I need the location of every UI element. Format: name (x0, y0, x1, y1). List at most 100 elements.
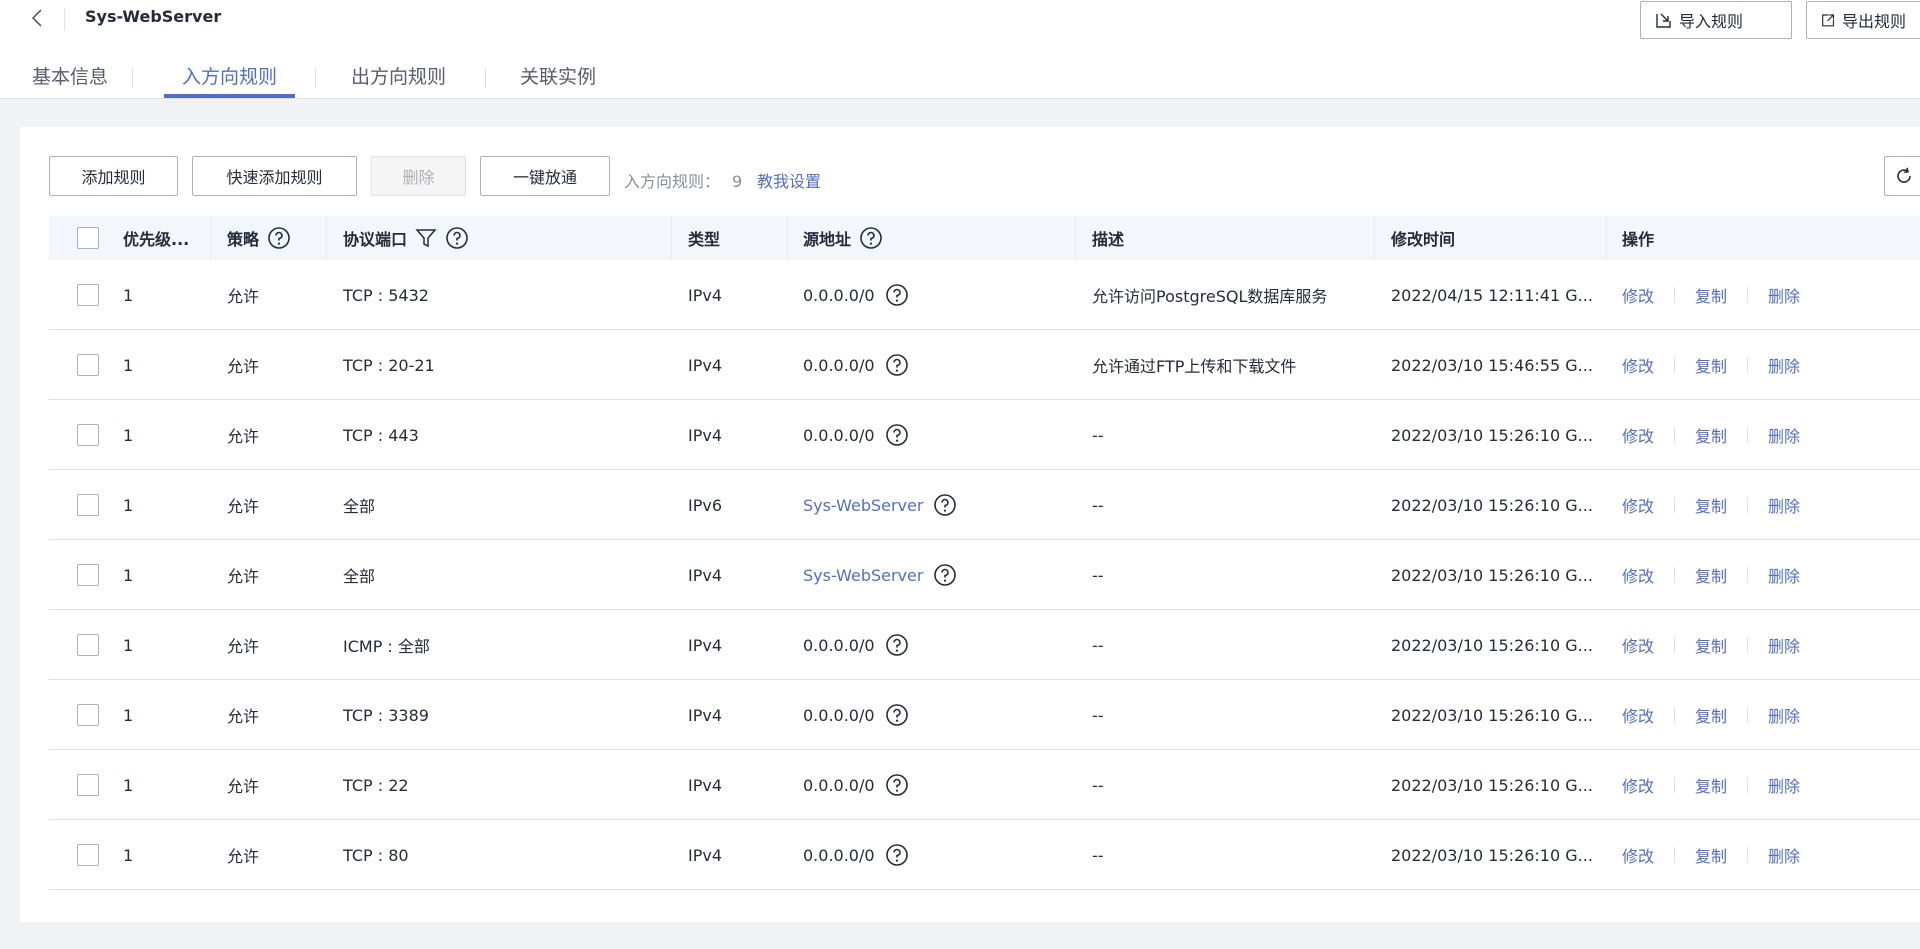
cell-protocol-port: TCP : 443 (343, 425, 419, 445)
copy-link[interactable]: 复制 (1695, 283, 1727, 307)
row-checkbox[interactable] (77, 634, 99, 656)
tab-associated-instances[interactable]: 关联实例 (502, 56, 614, 98)
tab-basic-info[interactable]: 基本信息 (14, 56, 126, 98)
op-divider (1747, 357, 1749, 373)
edit-link[interactable]: 修改 (1622, 563, 1654, 587)
row-checkbox[interactable] (77, 424, 99, 446)
help-icon[interactable] (885, 423, 909, 447)
cell-operations: 修改 复制 删除 (1622, 610, 1800, 680)
col-policy-label: 策略 (227, 230, 260, 249)
col-protocol-port: 协议端口 (343, 216, 469, 260)
delete-link[interactable]: 删除 (1768, 773, 1800, 797)
cell-policy: 允许 (227, 637, 260, 656)
back-button[interactable] (26, 6, 48, 30)
one-click-allow-button[interactable]: 一键放通 (480, 156, 610, 196)
col-divider (326, 216, 327, 260)
cell-operations: 修改 复制 删除 (1622, 400, 1800, 470)
source-value: 0.0.0.0/0 (803, 285, 875, 305)
edit-link[interactable]: 修改 (1622, 633, 1654, 657)
help-icon[interactable] (885, 353, 909, 377)
row-checkbox[interactable] (77, 774, 99, 796)
cell-modified-time: 2022/03/10 15:26:10 G... (1391, 425, 1593, 445)
col-description: 描述 (1092, 230, 1125, 249)
cell-modified-time: 2022/04/15 12:11:41 G... (1391, 285, 1593, 305)
help-icon[interactable] (859, 226, 883, 250)
cell-protocol-port: ICMP : 全部 (343, 637, 430, 656)
source-link[interactable]: Sys-WebServer (803, 566, 923, 585)
export-rules-button[interactable]: 导出规则 (1806, 1, 1920, 39)
edit-link[interactable]: 修改 (1622, 843, 1654, 867)
copy-link[interactable]: 复制 (1695, 493, 1727, 517)
delete-button[interactable]: 删除 (371, 156, 466, 196)
copy-link[interactable]: 复制 (1695, 423, 1727, 447)
tab-outbound-rules[interactable]: 出方向规则 (333, 56, 464, 98)
delete-link[interactable]: 删除 (1768, 423, 1800, 447)
copy-link[interactable]: 复制 (1695, 703, 1727, 727)
edit-link[interactable]: 修改 (1622, 423, 1654, 447)
col-modified-time: 修改时间 (1391, 230, 1456, 249)
cell-protocol-port: TCP : 80 (343, 845, 409, 865)
cell-source: 0.0.0.0/0 (803, 260, 909, 330)
cell-operations: 修改 复制 删除 (1622, 540, 1800, 610)
edit-link[interactable]: 修改 (1622, 493, 1654, 517)
table-row: 1 允许 TCP : 3389 IPv4 0.0.0.0/0 -- 2022/03/10 1… (49, 680, 1920, 750)
cell-type: IPv4 (688, 845, 723, 865)
cell-description: -- (1092, 565, 1104, 585)
help-icon[interactable] (933, 563, 957, 587)
tab-inbound-rules[interactable]: 入方向规则 (164, 56, 296, 98)
col-priority[interactable]: 优先级... (123, 216, 189, 260)
help-icon[interactable] (885, 843, 909, 867)
delete-link[interactable]: 删除 (1768, 283, 1800, 307)
source-value: 0.0.0.0/0 (803, 845, 875, 865)
cell-priority: 1 (123, 355, 134, 375)
quick-add-rule-button[interactable]: 快速添加规则 (192, 156, 357, 196)
delete-link[interactable]: 删除 (1768, 843, 1800, 867)
edit-link[interactable]: 修改 (1622, 353, 1654, 377)
rule-count-label: 入方向规则： (624, 172, 721, 191)
delete-link[interactable]: 删除 (1768, 703, 1800, 727)
edit-link[interactable]: 修改 (1622, 283, 1654, 307)
cell-policy: 允许 (227, 847, 260, 866)
copy-link[interactable]: 复制 (1695, 843, 1727, 867)
help-icon[interactable] (885, 773, 909, 797)
row-checkbox[interactable] (77, 284, 99, 306)
help-icon[interactable] (933, 493, 957, 517)
op-divider (1674, 567, 1676, 583)
import-rules-button[interactable]: 导入规则 (1640, 1, 1792, 39)
col-source: 源地址 (803, 216, 883, 260)
source-link[interactable]: Sys-WebServer (803, 496, 923, 515)
delete-link[interactable]: 删除 (1768, 633, 1800, 657)
col-divider (1075, 216, 1076, 260)
copy-link[interactable]: 复制 (1695, 563, 1727, 587)
copy-link[interactable]: 复制 (1695, 353, 1727, 377)
help-icon[interactable] (885, 283, 909, 307)
refresh-button[interactable] (1884, 156, 1920, 196)
help-icon[interactable] (885, 633, 909, 657)
filter-icon[interactable] (415, 227, 437, 249)
teach-me-link[interactable]: 教我设置 (757, 168, 821, 192)
help-icon[interactable] (885, 703, 909, 727)
row-checkbox[interactable] (77, 564, 99, 586)
select-all-checkbox[interactable] (77, 227, 99, 249)
row-checkbox[interactable] (77, 844, 99, 866)
copy-link[interactable]: 复制 (1695, 633, 1727, 657)
edit-link[interactable]: 修改 (1622, 773, 1654, 797)
cell-source: 0.0.0.0/0 (803, 750, 909, 820)
help-icon[interactable] (267, 226, 291, 250)
delete-link[interactable]: 删除 (1768, 563, 1800, 587)
copy-link[interactable]: 复制 (1695, 773, 1727, 797)
col-divider (1374, 216, 1375, 260)
tab-divider (485, 68, 486, 88)
cell-type: IPv4 (688, 425, 723, 445)
cell-protocol-port: TCP : 22 (343, 775, 409, 795)
cell-description: 允许通过FTP上传和下载文件 (1092, 357, 1297, 376)
add-rule-button[interactable]: 添加规则 (49, 156, 178, 196)
row-checkbox[interactable] (77, 354, 99, 376)
edit-link[interactable]: 修改 (1622, 703, 1654, 727)
row-checkbox[interactable] (77, 704, 99, 726)
row-checkbox[interactable] (77, 494, 99, 516)
help-icon[interactable] (445, 226, 469, 250)
col-operation: 操作 (1622, 230, 1655, 249)
delete-link[interactable]: 删除 (1768, 353, 1800, 377)
delete-link[interactable]: 删除 (1768, 493, 1800, 517)
